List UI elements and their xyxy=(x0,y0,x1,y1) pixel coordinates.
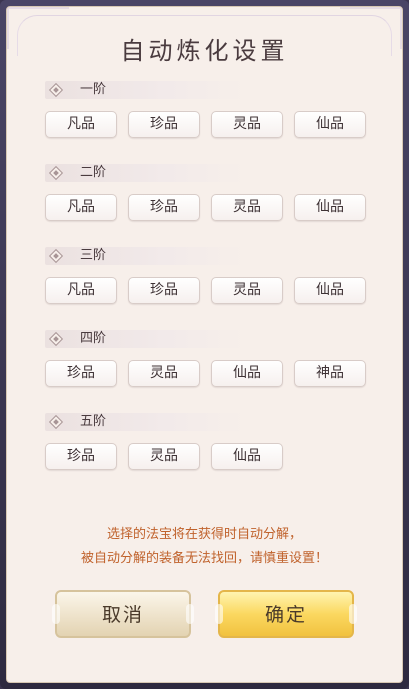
quality-options: 凡品 珍品 灵品 仙品 xyxy=(45,194,375,222)
tier-header: 五阶 xyxy=(45,413,245,431)
quality-button[interactable]: 仙品 xyxy=(294,277,366,304)
quality-button[interactable]: 珍品 xyxy=(128,194,200,221)
quality-options: 珍品 灵品 仙品 xyxy=(45,443,375,471)
quality-button[interactable]: 凡品 xyxy=(45,111,117,138)
tier-header: 一阶 xyxy=(45,81,245,99)
tier-header: 三阶 xyxy=(45,247,245,265)
quality-button[interactable]: 仙品 xyxy=(294,194,366,221)
diamond-icon xyxy=(48,331,64,347)
quality-button[interactable]: 珍品 xyxy=(45,360,117,387)
cancel-button[interactable]: 取消 xyxy=(52,590,194,638)
notice-line-1: 选择的法宝将在获得时自动分解， xyxy=(106,527,302,542)
quality-button[interactable]: 灵品 xyxy=(128,443,200,470)
diamond-icon xyxy=(48,165,64,181)
diamond-icon xyxy=(48,414,64,430)
confirm-button[interactable]: 确定 xyxy=(215,590,357,638)
tier-label: 三阶 xyxy=(80,248,107,263)
quality-button[interactable]: 珍品 xyxy=(45,443,117,470)
button-cap-ornament xyxy=(186,604,194,624)
quality-button[interactable]: 凡品 xyxy=(45,277,117,304)
confirm-button-label: 确定 xyxy=(264,604,307,626)
quality-options: 珍品 灵品 仙品 神品 xyxy=(45,360,375,388)
quality-button[interactable]: 仙品 xyxy=(211,360,283,387)
dialog-panel: 自动炼化设置 一阶 凡品 珍品 灵品 仙品 二阶 凡品 珍品 灵品 仙品 三阶 … xyxy=(6,6,403,683)
tier-label: 二阶 xyxy=(80,165,107,180)
quality-button[interactable]: 神品 xyxy=(294,360,366,387)
tier-section-2: 二阶 凡品 珍品 灵品 仙品 xyxy=(45,164,375,222)
tier-section-4: 四阶 珍品 灵品 仙品 神品 xyxy=(45,330,375,388)
tier-label: 四阶 xyxy=(80,331,107,346)
quality-button[interactable]: 灵品 xyxy=(128,360,200,387)
quality-options: 凡品 珍品 灵品 仙品 xyxy=(45,277,375,305)
button-cap-ornament xyxy=(52,604,60,624)
tier-section-5: 五阶 珍品 灵品 仙品 xyxy=(45,413,375,471)
quality-button[interactable]: 仙品 xyxy=(294,111,366,138)
quality-button[interactable]: 珍品 xyxy=(128,111,200,138)
button-cap-ornament xyxy=(349,604,357,624)
diamond-icon xyxy=(48,248,64,264)
notice-line-2: 被自动分解的装备无法找回，请慎重设置！ xyxy=(80,551,328,566)
cancel-button-label: 取消 xyxy=(101,604,144,626)
dialog-frame: 自动炼化设置 一阶 凡品 珍品 灵品 仙品 二阶 凡品 珍品 灵品 仙品 三阶 … xyxy=(0,0,409,689)
dialog-title: 自动炼化设置 xyxy=(120,37,289,65)
tier-label: 一阶 xyxy=(80,82,107,97)
quality-button[interactable]: 珍品 xyxy=(128,277,200,304)
quality-button[interactable]: 灵品 xyxy=(211,277,283,304)
tier-header: 二阶 xyxy=(45,164,245,182)
quality-button[interactable]: 灵品 xyxy=(211,194,283,221)
button-cap-ornament xyxy=(215,604,223,624)
diamond-icon xyxy=(48,82,64,98)
quality-button[interactable]: 仙品 xyxy=(211,443,283,470)
quality-button[interactable]: 凡品 xyxy=(45,194,117,221)
quality-options: 凡品 珍品 灵品 仙品 xyxy=(45,111,375,139)
warning-notice: 选择的法宝将在获得时自动分解， 被自动分解的装备无法找回，请慎重设置！ xyxy=(7,523,402,571)
tier-section-3: 三阶 凡品 珍品 灵品 仙品 xyxy=(45,247,375,305)
tier-section-1: 一阶 凡品 珍品 灵品 仙品 xyxy=(45,81,375,139)
quality-button[interactable]: 灵品 xyxy=(211,111,283,138)
tier-header: 四阶 xyxy=(45,330,245,348)
tier-label: 五阶 xyxy=(80,414,107,429)
